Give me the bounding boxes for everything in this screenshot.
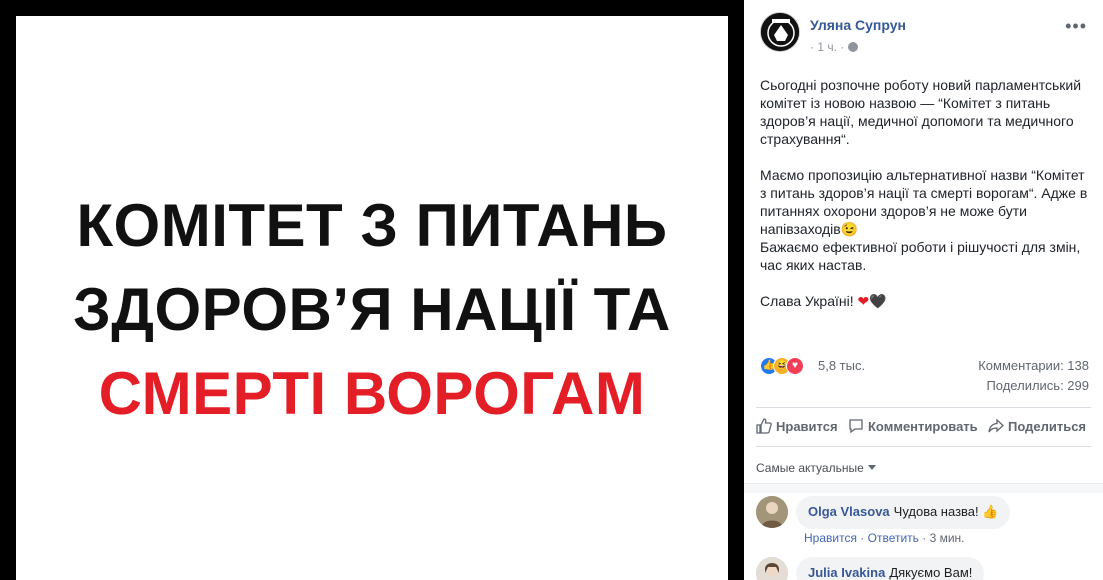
post-paragraph: Бажаємо ефективної роботи і рішучості дл… [760, 239, 1081, 273]
person-photo-icon [756, 557, 788, 580]
commenter-avatar[interactable] [756, 557, 788, 580]
comment-label: Комментировать [868, 418, 978, 434]
commenter-avatar[interactable] [756, 496, 788, 528]
divider [756, 407, 1091, 408]
like-button[interactable]: Нравится [756, 418, 838, 434]
sort-label: Самые актуальные [756, 461, 864, 475]
person-photo-icon [756, 496, 788, 528]
share-icon [988, 418, 1004, 433]
ellipsis-icon[interactable]: ••• [1065, 16, 1087, 37]
share-label: Поделиться [1008, 418, 1087, 434]
photo-headline-line-3: СМЕРТІ ВОРОГАМ [98, 360, 646, 427]
post-details-panel: Уляна Супрун · 1 ч. · ••• Сьогодні розпо… [744, 0, 1103, 580]
love-reaction-icon: ♥ [786, 357, 804, 375]
photo-headline-line-2: ЗДОРОВ’Я НАЦІЇ ТА [73, 276, 671, 343]
divider [756, 446, 1091, 447]
shares-count[interactable]: Поделились: 299 [986, 378, 1089, 393]
comment-bubble: Olga Vlasova Чудова назва! 👍 [796, 496, 1011, 529]
comment-icon [849, 419, 863, 434]
post-text: Сьогодні розпочне роботу новий парламент… [760, 76, 1090, 328]
comment-actions: Нравится · Ответить · 3 мин. [804, 531, 965, 545]
author-avatar[interactable] [760, 12, 800, 52]
avatar-emblem-icon [761, 13, 799, 51]
post-paragraph: Сьогодні розпочне роботу новий парламент… [760, 77, 1082, 147]
comment-text: Чудова назва! 👍 [893, 504, 999, 519]
post-paragraph: Слава Україні! ❤🖤 [760, 292, 1090, 310]
chevron-down-icon [867, 465, 876, 470]
comments-separator [744, 483, 1103, 493]
globe-icon [848, 42, 859, 52]
comment-bubble: Julia Ivakina Дякуємо Вам! [796, 557, 985, 580]
photo-headline-line-1: КОМІТЕТ З ПИТАНЬ [76, 192, 668, 259]
closing-text: Слава Україні! [760, 293, 854, 309]
comment-reply-link[interactable]: Ответить [868, 531, 919, 545]
comment-sort-dropdown[interactable]: Самые актуальные [756, 461, 876, 475]
comment-author[interactable]: Julia Ivakina [808, 565, 885, 580]
reactions-count[interactable]: 5,8 тыс. [818, 358, 865, 373]
comment-time[interactable]: 3 мин. [930, 531, 965, 545]
post-viewer: КОМІТЕТ З ПИТАНЬ ЗДОРОВ’Я НАЦІЇ ТА СМЕРТ… [0, 0, 1103, 580]
post-time[interactable]: · 1 ч. · [810, 40, 844, 54]
thumbs-up-icon [756, 418, 772, 434]
comments-count[interactable]: Комментарии: 138 [978, 358, 1089, 373]
comment-button[interactable]: Комментировать [848, 418, 978, 434]
comment-text: Дякуємо Вам! [889, 565, 973, 580]
comment-like-link[interactable]: Нравится [804, 531, 857, 545]
post-paragraph: Маємо пропозицію альтернативної назви “К… [760, 167, 1088, 237]
comment-author[interactable]: Olga Vlasova [808, 504, 890, 519]
author-name[interactable]: Уляна Супрун [810, 17, 906, 33]
like-label: Нравится [776, 418, 838, 434]
black-heart-icon: 🖤 [869, 293, 887, 309]
red-heart-icon: ❤ [857, 293, 870, 309]
share-button[interactable]: Поделиться [988, 418, 1086, 434]
post-timestamp[interactable]: · 1 ч. · [810, 40, 859, 54]
post-photo[interactable]: КОМІТЕТ З ПИТАНЬ ЗДОРОВ’Я НАЦІЇ ТА СМЕРТ… [0, 0, 744, 580]
